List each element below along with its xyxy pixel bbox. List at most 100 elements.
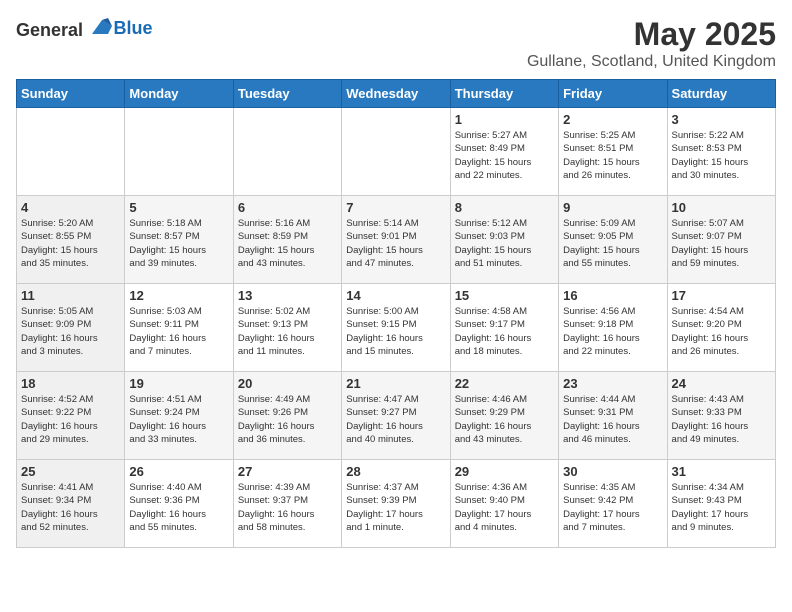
calendar-week-row: 18 Sunrise: 4:52 AM Sunset: 9:22 PM Dayli… [17,372,776,460]
day-info: Sunrise: 5:00 AM Sunset: 9:15 PM Dayligh… [346,305,445,358]
day-number: 23 [563,376,662,391]
day-number: 26 [129,464,228,479]
day-number: 30 [563,464,662,479]
weekday-header: Saturday [667,80,775,108]
day-info: Sunrise: 4:58 AM Sunset: 9:17 PM Dayligh… [455,305,554,358]
day-number: 25 [21,464,120,479]
day-number: 2 [563,112,662,127]
calendar-cell: 4 Sunrise: 5:20 AM Sunset: 8:55 PM Daylig… [17,196,125,284]
calendar-cell: 22Sunrise: 4:46 AM Sunset: 9:29 PM Dayli… [450,372,558,460]
calendar-cell: 17 Sunrise: 4:54 AM Sunset: 9:20 PM Dayli… [667,284,775,372]
day-info: Sunrise: 4:54 AM Sunset: 9:20 PM Dayligh… [672,305,771,358]
calendar-week-row: 25Sunrise: 4:41 AM Sunset: 9:34 PM Dayli… [17,460,776,548]
day-info: Sunrise: 4:46 AM Sunset: 9:29 PM Dayligh… [455,393,554,446]
logo-blue: Blue [114,18,153,38]
calendar-cell: 5 Sunrise: 5:18 AM Sunset: 8:57 PM Daylig… [125,196,233,284]
day-info: Sunrise: 5:03 AM Sunset: 9:11 PM Dayligh… [129,305,228,358]
calendar-cell: 23Sunrise: 4:44 AM Sunset: 9:31 PM Dayli… [559,372,667,460]
weekday-header: Tuesday [233,80,341,108]
location: Gullane, Scotland, United Kingdom [527,53,776,71]
day-number: 7 [346,200,445,215]
day-number: 9 [563,200,662,215]
day-number: 4 [21,200,120,215]
calendar-cell [125,108,233,196]
day-info: Sunrise: 5:05 AM Sunset: 9:09 PM Dayligh… [21,305,120,358]
calendar-cell [233,108,341,196]
calendar-cell [342,108,450,196]
day-number: 13 [238,288,337,303]
calendar-week-row: 4 Sunrise: 5:20 AM Sunset: 8:55 PM Daylig… [17,196,776,284]
calendar-cell: 29Sunrise: 4:36 AM Sunset: 9:40 PM Dayli… [450,460,558,548]
calendar-cell: 20 Sunrise: 4:49 AM Sunset: 9:26 PM Dayli… [233,372,341,460]
day-number: 14 [346,288,445,303]
day-info: Sunrise: 4:47 AM Sunset: 9:27 PM Dayligh… [346,393,445,446]
weekday-header: Sunday [17,80,125,108]
day-info: Sunrise: 5:25 AM Sunset: 8:51 PM Dayligh… [563,129,662,182]
logo: General Blue [16,16,153,41]
calendar-week-row: 1 Sunrise: 5:27 AM Sunset: 8:49 PM Daylig… [17,108,776,196]
calendar-cell [17,108,125,196]
day-number: 5 [129,200,228,215]
day-info: Sunrise: 5:12 AM Sunset: 9:03 PM Dayligh… [455,217,554,270]
month-year: May 2025 [527,16,776,53]
calendar-week-row: 11 Sunrise: 5:05 AM Sunset: 9:09 PM Dayli… [17,284,776,372]
day-number: 16 [563,288,662,303]
weekday-header: Wednesday [342,80,450,108]
day-number: 1 [455,112,554,127]
day-info: Sunrise: 4:39 AM Sunset: 9:37 PM Dayligh… [238,481,337,534]
calendar-cell: 19 Sunrise: 4:51 AM Sunset: 9:24 PM Dayli… [125,372,233,460]
day-number: 10 [672,200,771,215]
day-number: 29 [455,464,554,479]
day-number: 6 [238,200,337,215]
day-info: Sunrise: 5:14 AM Sunset: 9:01 PM Dayligh… [346,217,445,270]
day-number: 17 [672,288,771,303]
day-info: Sunrise: 4:56 AM Sunset: 9:18 PM Dayligh… [563,305,662,358]
day-info: Sunrise: 5:20 AM Sunset: 8:55 PM Dayligh… [21,217,120,270]
day-info: Sunrise: 5:02 AM Sunset: 9:13 PM Dayligh… [238,305,337,358]
weekday-header: Thursday [450,80,558,108]
day-number: 28 [346,464,445,479]
calendar-cell: 7 Sunrise: 5:14 AM Sunset: 9:01 PM Daylig… [342,196,450,284]
calendar-cell: 14 Sunrise: 5:00 AM Sunset: 9:15 PM Dayli… [342,284,450,372]
day-number: 3 [672,112,771,127]
day-info: Sunrise: 4:51 AM Sunset: 9:24 PM Dayligh… [129,393,228,446]
calendar-cell: 15 Sunrise: 4:58 AM Sunset: 9:17 PM Dayli… [450,284,558,372]
calendar-cell: 27 Sunrise: 4:39 AM Sunset: 9:37 PM Dayli… [233,460,341,548]
day-info: Sunrise: 4:35 AM Sunset: 9:42 PM Dayligh… [563,481,662,534]
calendar-cell: 24 Sunrise: 4:43 AM Sunset: 9:33 PM Dayli… [667,372,775,460]
calendar-cell: 31Sunrise: 4:34 AM Sunset: 9:43 PM Dayli… [667,460,775,548]
day-info: Sunrise: 5:27 AM Sunset: 8:49 PM Dayligh… [455,129,554,182]
day-number: 19 [129,376,228,391]
calendar-cell: 8 Sunrise: 5:12 AM Sunset: 9:03 PM Daylig… [450,196,558,284]
day-number: 12 [129,288,228,303]
calendar-cell: 13 Sunrise: 5:02 AM Sunset: 9:13 PM Dayli… [233,284,341,372]
calendar-cell: 30 Sunrise: 4:35 AM Sunset: 9:42 PM Dayli… [559,460,667,548]
day-number: 8 [455,200,554,215]
day-number: 11 [21,288,120,303]
calendar-cell: 1 Sunrise: 5:27 AM Sunset: 8:49 PM Daylig… [450,108,558,196]
day-number: 20 [238,376,337,391]
day-info: Sunrise: 4:37 AM Sunset: 9:39 PM Dayligh… [346,481,445,534]
day-info: Sunrise: 4:40 AM Sunset: 9:36 PM Dayligh… [129,481,228,534]
day-info: Sunrise: 4:52 AM Sunset: 9:22 PM Dayligh… [21,393,120,446]
day-info: Sunrise: 4:43 AM Sunset: 9:33 PM Dayligh… [672,393,771,446]
calendar-table: SundayMondayTuesdayWednesdayThursdayFrid… [16,79,776,548]
title-block: May 2025 Gullane, Scotland, United Kingd… [527,16,776,71]
calendar-cell: 28 Sunrise: 4:37 AM Sunset: 9:39 PM Dayli… [342,460,450,548]
calendar-cell: 21Sunrise: 4:47 AM Sunset: 9:27 PM Dayli… [342,372,450,460]
calendar-cell: 2 Sunrise: 5:25 AM Sunset: 8:51 PM Daylig… [559,108,667,196]
calendar-cell: 12 Sunrise: 5:03 AM Sunset: 9:11 PM Dayli… [125,284,233,372]
day-number: 15 [455,288,554,303]
day-info: Sunrise: 4:49 AM Sunset: 9:26 PM Dayligh… [238,393,337,446]
day-info: Sunrise: 5:18 AM Sunset: 8:57 PM Dayligh… [129,217,228,270]
day-number: 18 [21,376,120,391]
logo-general: General [16,20,83,40]
day-number: 27 [238,464,337,479]
calendar-cell: 9 Sunrise: 5:09 AM Sunset: 9:05 PM Daylig… [559,196,667,284]
day-number: 24 [672,376,771,391]
day-info: Sunrise: 5:09 AM Sunset: 9:05 PM Dayligh… [563,217,662,270]
day-info: Sunrise: 5:16 AM Sunset: 8:59 PM Dayligh… [238,217,337,270]
day-info: Sunrise: 5:07 AM Sunset: 9:07 PM Dayligh… [672,217,771,270]
calendar-cell: 11 Sunrise: 5:05 AM Sunset: 9:09 PM Dayli… [17,284,125,372]
page-header: General Blue May 2025 Gullane, Scotland,… [16,16,776,71]
